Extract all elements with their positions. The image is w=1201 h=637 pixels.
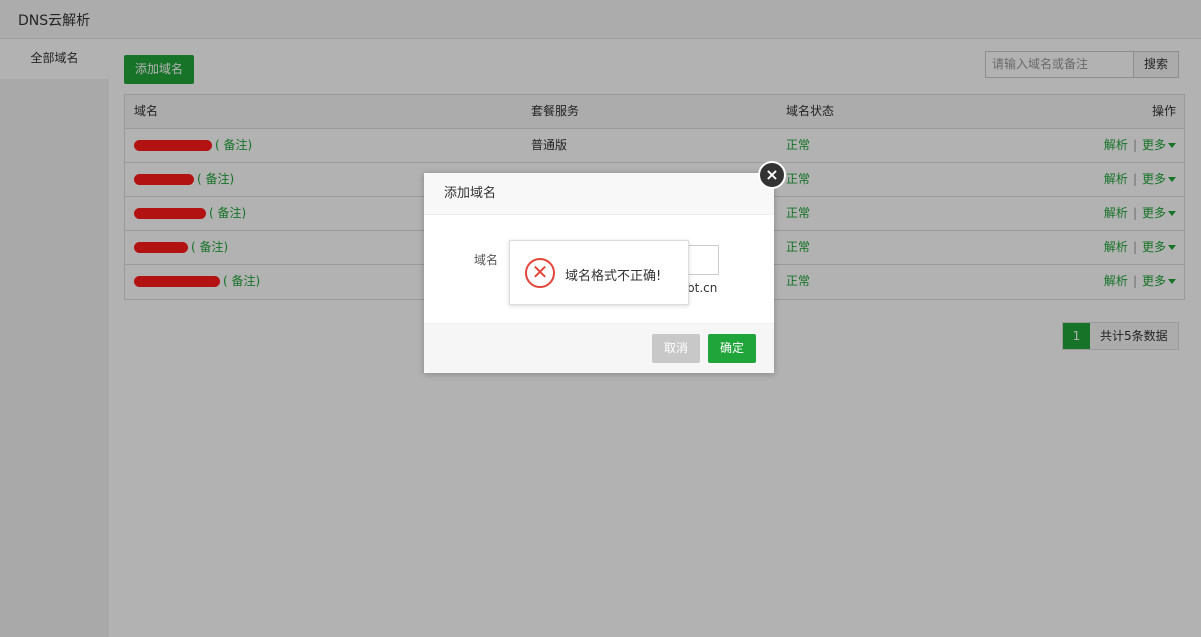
dialog-footer: 取消 确定 (424, 323, 774, 373)
domain-hint: bt.cn (687, 281, 718, 295)
cancel-button[interactable]: 取消 (652, 334, 700, 363)
dialog-title: 添加域名 (424, 173, 774, 215)
error-icon: ✕ (525, 258, 555, 288)
close-icon[interactable]: × (758, 161, 786, 189)
confirm-button[interactable]: 确定 (708, 334, 756, 363)
toast-message: 域名格式不正确! (565, 269, 662, 284)
domain-field-label: 域名 (474, 253, 499, 267)
error-toast: ✕ 域名格式不正确! (509, 240, 689, 305)
